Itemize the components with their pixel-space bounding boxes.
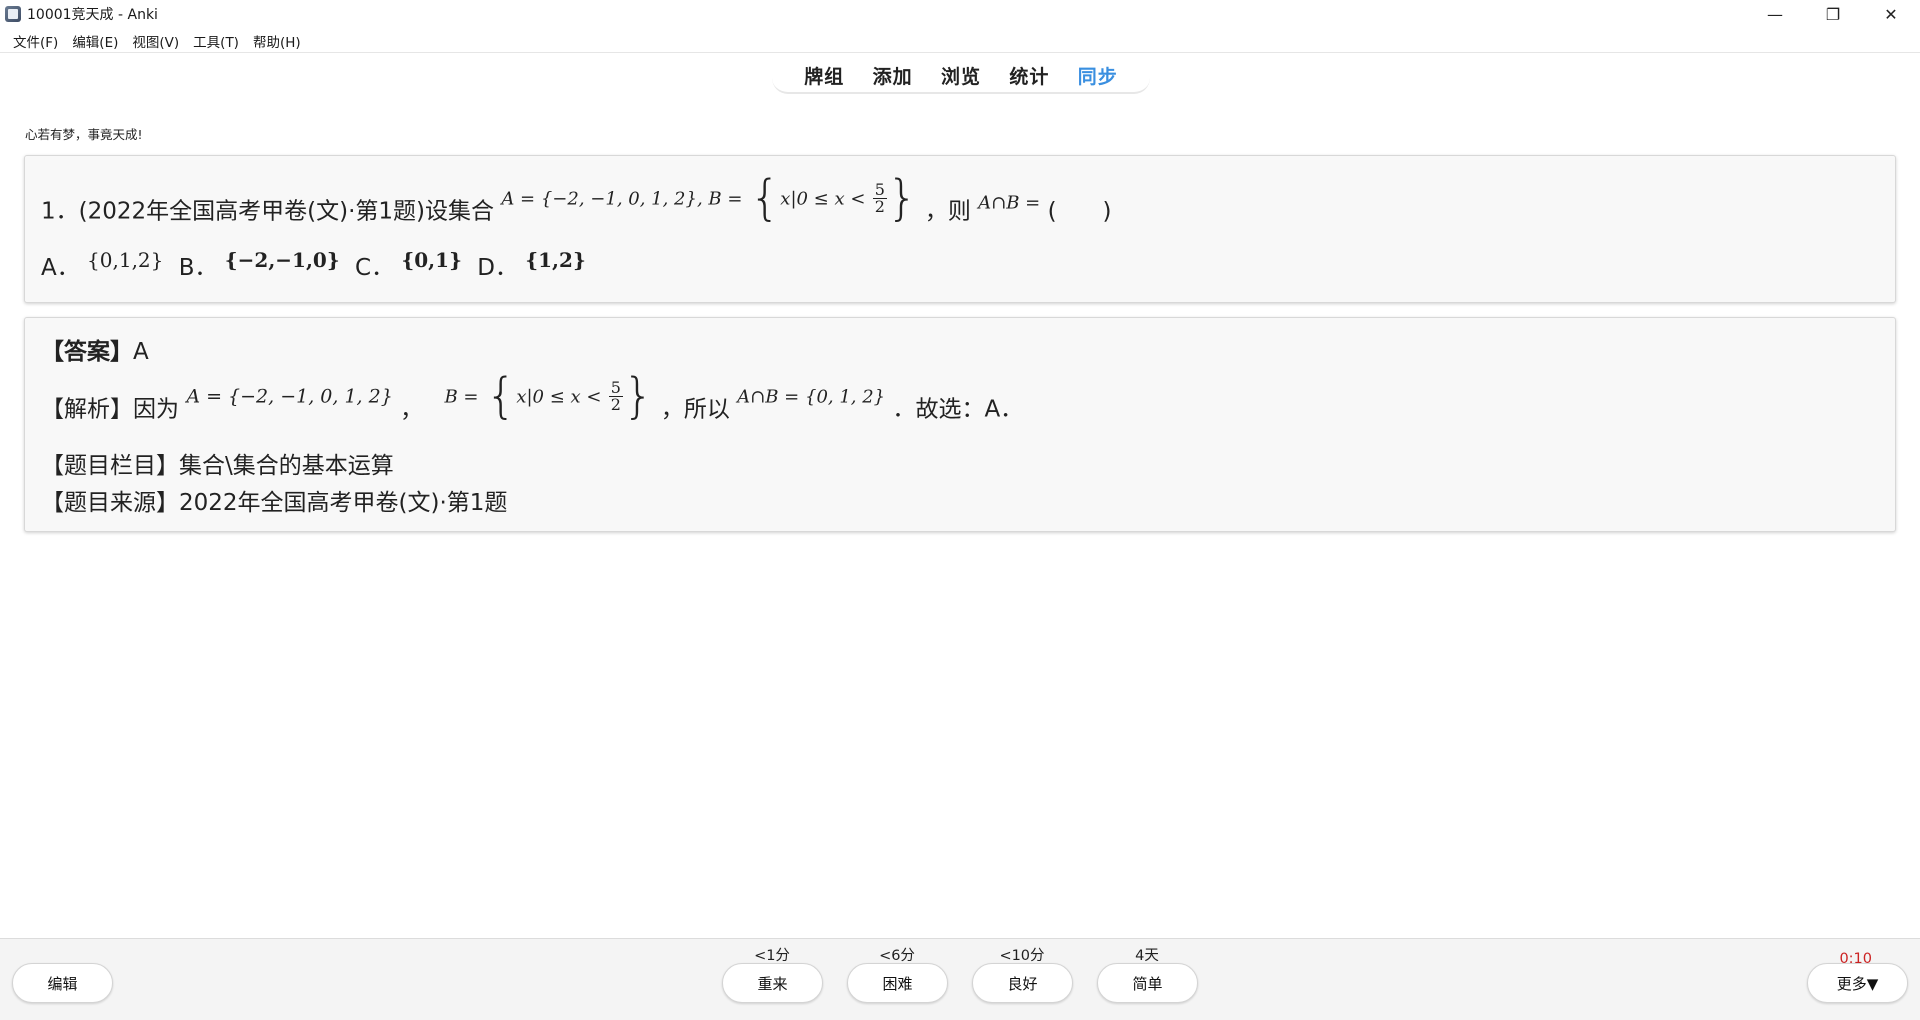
due-again: <1分 [754, 948, 790, 964]
analysis-set-b-prefix: B = [444, 386, 479, 408]
question-fraction: 5 2 [872, 179, 887, 216]
due-hard: <6分 [879, 948, 915, 964]
menu-tools[interactable]: 工具(T) [186, 31, 246, 51]
option-c-value: {0,1} [401, 248, 462, 272]
menu-divider [0, 52, 1920, 53]
option-c-label: C． [355, 255, 395, 281]
question-line: 1．(2022年全国高考甲卷(文)·第1题)设集合 A = {−2, −1, 0… [41, 174, 1112, 226]
analysis-set-b-inner: x|0 ≤ x < [516, 386, 602, 408]
edit-button[interactable]: 编辑 [12, 963, 113, 1003]
analysis-so: ，所以 [660, 396, 730, 423]
question-set-b-inner: x|0 ≤ x < [780, 188, 866, 210]
tab-browse[interactable]: 浏览 [941, 62, 981, 89]
option-b-label: B． [178, 255, 218, 281]
main-toolbar: 牌组 添加 浏览 统计 同步 [772, 58, 1150, 94]
tab-sync[interactable]: 同步 [1078, 62, 1118, 89]
option-a-label: A． [41, 255, 80, 281]
good-button[interactable]: 良好 [972, 963, 1073, 1003]
brace-right-icon: } [886, 170, 918, 226]
analysis-end: ．故选：A． [892, 396, 1024, 423]
analysis-fraction-numerator: 5 [608, 377, 623, 397]
analysis-brace-right-icon: } [622, 368, 654, 424]
option-b-value: {−2,−1,0} [224, 248, 340, 272]
due-easy: 4天 [1135, 948, 1159, 964]
options-line: A． {0,1,2} B． {−2,−1,0} C． {0,1} D． {1,2… [41, 248, 586, 282]
easy-button[interactable]: 简单 [1097, 963, 1198, 1003]
tab-decks[interactable]: 牌组 [804, 62, 844, 89]
brace-left-icon: { [749, 170, 781, 226]
menu-file[interactable]: 文件(F) [6, 31, 65, 51]
analysis-comma: ， [400, 396, 424, 423]
option-d-label: D． [477, 255, 518, 281]
card-header-motto: 心若有梦，事竟天成! [25, 127, 143, 142]
restore-button[interactable]: ❐ [1804, 0, 1862, 28]
menu-edit[interactable]: 编辑(E) [65, 31, 125, 51]
answer-card: 【答案】A 【解析】因为 A = {−2, −1, 0, 1, 2} ， B =… [24, 317, 1896, 532]
question-set-a: A = {−2, −1, 0, 1, 2}, B = [501, 188, 743, 210]
analysis-brace-left-icon: { [485, 368, 517, 424]
question-paren: ( ) [1047, 198, 1112, 225]
fraction-denominator: 2 [874, 196, 885, 216]
review-bottom-bar: 编辑 <1分 重来 <6分 困难 <10分 良好 4天 简单 0:10 更多▼ [0, 938, 1920, 1020]
analysis-line: 【解析】因为 A = {−2, −1, 0, 1, 2} ， B = {x|0 … [41, 372, 1023, 424]
answer-line: 【答案】A [41, 332, 149, 366]
option-a-value: {0,1,2} [87, 248, 164, 272]
source-line: 【题目来源】2022年全国高考甲卷(文)·第1题 [41, 490, 508, 516]
due-good: <10分 [999, 948, 1045, 964]
analysis-fraction: 5 2 [608, 377, 623, 414]
window-title: 10001竞天成 - Anki [27, 7, 158, 23]
answer-tag: 【答案】 [41, 339, 133, 365]
question-middle: ，则 [924, 198, 971, 225]
title-bar: 10001竞天成 - Anki — ❐ ✕ [0, 0, 1920, 28]
tab-stats[interactable]: 统计 [1009, 62, 1049, 89]
question-card: 1．(2022年全国高考甲卷(文)·第1题)设集合 A = {−2, −1, 0… [24, 155, 1896, 303]
menu-view[interactable]: 视图(V) [125, 31, 186, 51]
answer-value: A [133, 339, 149, 365]
question-prefix: 1．(2022年全国高考甲卷(文)·第1题)设集合 [41, 198, 495, 225]
fraction-numerator: 5 [872, 179, 887, 199]
analysis-result: A∩B = {0, 1, 2} [737, 386, 886, 408]
menu-help[interactable]: 帮助(H) [246, 31, 308, 51]
analysis-tag: 【解析】因为 [41, 396, 179, 423]
analysis-fraction-denominator: 2 [610, 394, 621, 414]
analysis-set-a: A = {−2, −1, 0, 1, 2} [186, 385, 393, 408]
tab-add[interactable]: 添加 [873, 62, 913, 89]
minimize-button[interactable]: — [1746, 0, 1804, 28]
anki-app-icon [5, 6, 21, 22]
again-button[interactable]: 重来 [722, 963, 823, 1003]
option-d-value: {1,2} [525, 248, 586, 272]
window-controls: — ❐ ✕ [1746, 0, 1920, 28]
category-line: 【题目栏目】集合\集合的基本运算 [41, 453, 394, 479]
more-button[interactable]: 更多▼ [1807, 963, 1908, 1003]
menu-bar: 文件(F) 编辑(E) 视图(V) 工具(T) 帮助(H) [0, 29, 1920, 53]
close-button[interactable]: ✕ [1862, 0, 1920, 28]
hard-button[interactable]: 困难 [847, 963, 948, 1003]
question-intersection: A∩B = [978, 192, 1041, 214]
